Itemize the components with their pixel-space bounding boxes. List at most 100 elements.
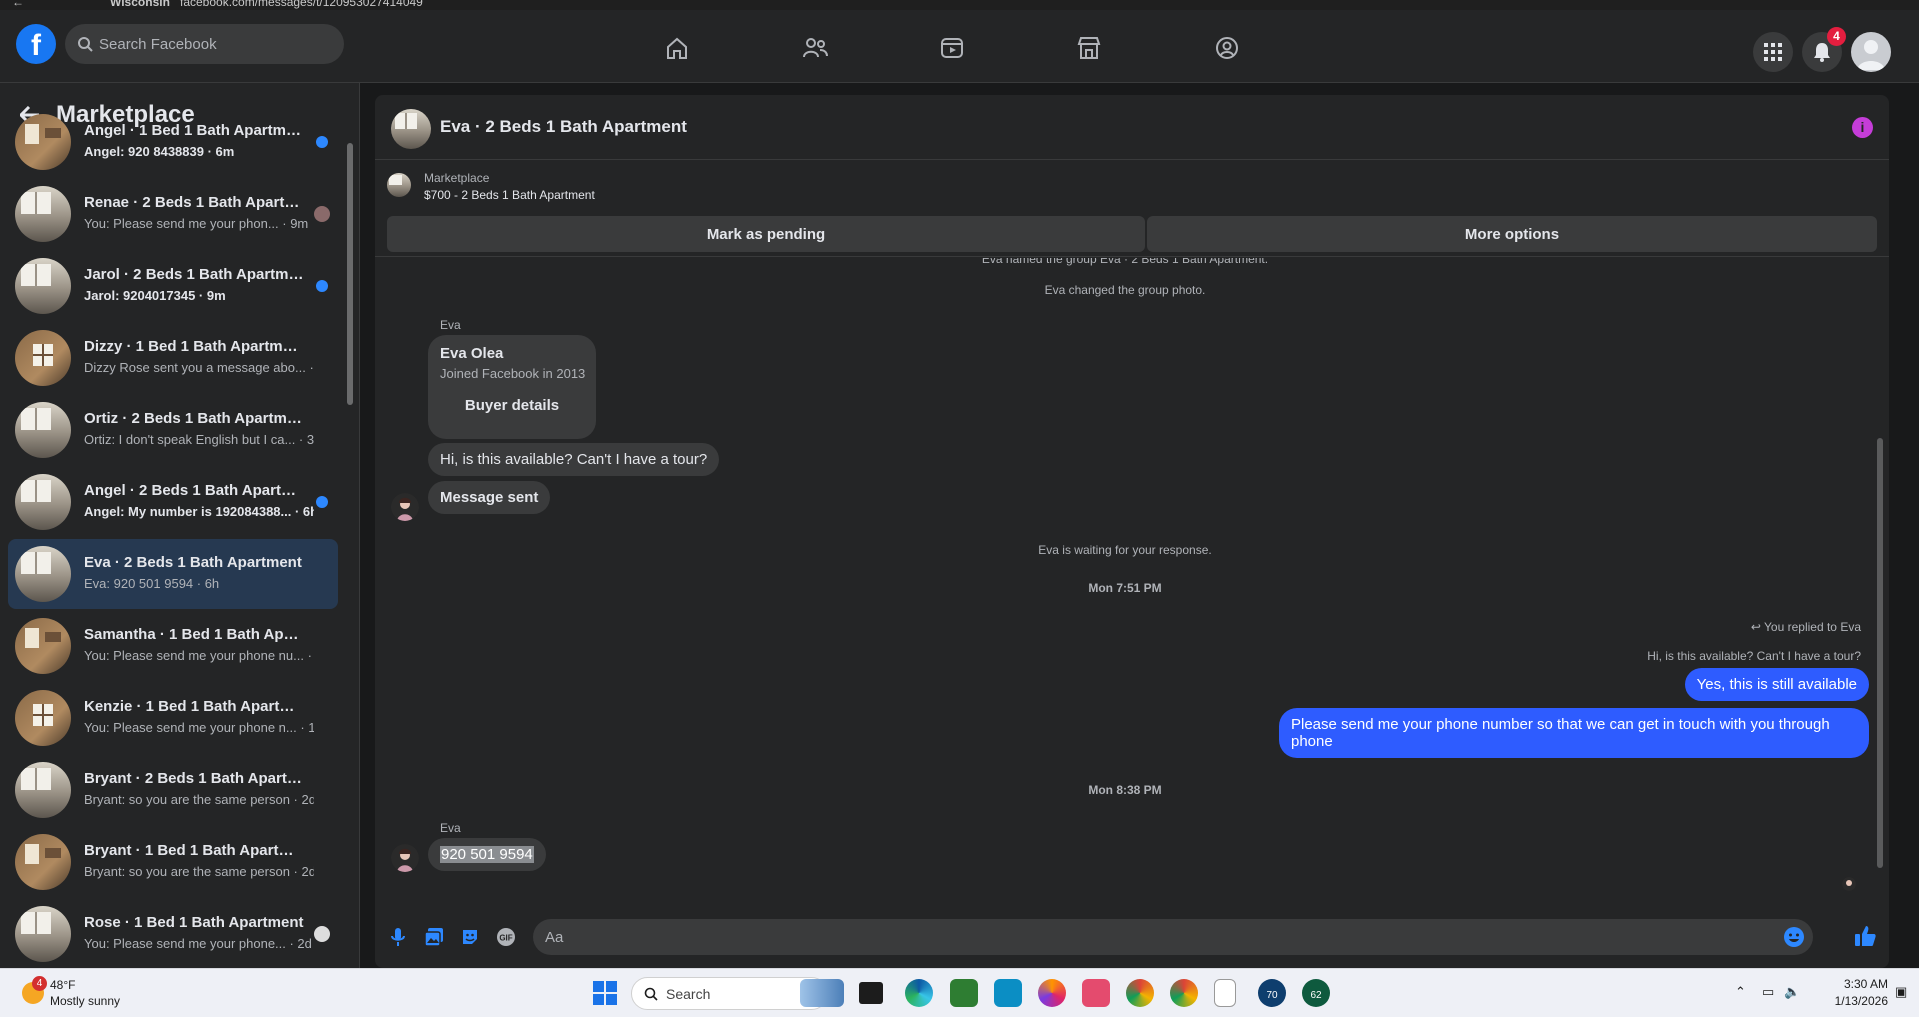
video-icon[interactable] [932,32,972,64]
chat-scrollbar-thumb[interactable] [1877,438,1883,868]
seen-avatar [314,206,330,222]
system-clock[interactable]: 3:30 AM 1/13/2026 [1818,976,1888,1010]
conversation-item[interactable]: Angel · 2 Beds 1 Bath Apartment Angel: M… [8,467,338,537]
chat-title[interactable]: Eva · 2 Beds 1 Bath Apartment [440,117,687,137]
sidebar-scrollbar[interactable] [346,129,354,956]
notepad-icon[interactable] [1214,979,1236,1007]
outgoing-message[interactable]: Please send me your phone number so that… [1279,708,1869,758]
network-icon[interactable]: ▭ [1762,984,1774,1000]
browser-url[interactable]: facebook.com/messages/t/120953027414049 [180,0,423,9]
taskbar-search-input[interactable] [666,978,816,1009]
photo-attach-icon[interactable] [423,926,445,948]
conversation-item[interactable]: Bryant · 2 Beds 1 Bath Apartment Bryant:… [8,755,338,825]
search-input[interactable] [99,24,334,64]
more-options-button[interactable]: More options [1147,216,1877,252]
unread-dot [316,136,328,148]
listing-title[interactable]: $700 - 2 Beds 1 Bath Apartment [424,188,595,202]
notification-center-icon[interactable]: ▣ [1895,984,1907,1000]
chat-avatar[interactable] [391,109,431,149]
conversation-item[interactable]: Rose · 1 Bed 1 Bath Apartment You: Pleas… [8,899,338,968]
gauge-app-62-icon[interactable]: 62 [1302,979,1330,1007]
system-message: Eva changed the group photo. [1044,283,1206,297]
clock-date: 1/13/2026 [1834,994,1888,1008]
thumbs-up-icon[interactable] [1852,923,1878,949]
seen-avatar [1842,877,1856,891]
snipping-tool-icon[interactable] [1082,979,1110,1007]
chrome-icon[interactable] [1170,979,1198,1007]
search-bar[interactable] [65,24,344,64]
conversation-snippet: Bryant: so you are the same person · 2d [84,792,314,807]
sender-avatar[interactable] [391,844,419,872]
windows-start-icon[interactable] [593,981,617,1005]
listing-thumbnail[interactable] [387,173,411,197]
gauge-app-70-icon[interactable]: 70 [1258,979,1286,1007]
conversation-item-active[interactable]: Eva · 2 Beds 1 Bath Apartment Eva: 920 5… [8,539,338,609]
conversation-item[interactable]: Jarol · 2 Beds 1 Bath Apartment Jarol: 9… [8,251,338,321]
chrome-profile-icon[interactable] [1126,979,1154,1007]
taskbar-search[interactable] [631,977,828,1010]
conversation-item[interactable]: Ortiz · 2 Beds 1 Bath Apartment Ortiz: I… [8,395,338,465]
timestamp: Mon 7:51 PM [1088,581,1162,595]
buyer-details-button[interactable]: Buyer details [440,397,584,414]
conversation-snippet: You: Please send me your phone nu... · 7… [84,648,314,663]
reply-indicator: ↩ You replied to Eva [1750,620,1861,634]
system-message: Eva is waiting for your response. [1038,543,1212,557]
emoji-icon[interactable] [1783,926,1805,948]
conversation-item[interactable]: Dizzy · 1 Bed 1 Bath Apartment Dizzy Ros… [8,323,338,393]
sticker-icon[interactable] [459,926,481,948]
conversation-name: Renae · 2 Beds 1 Bath Apartm... [84,194,304,211]
conversation-item[interactable]: Bryant · 1 Bed 1 Bath Apartment Bryant: … [8,827,338,897]
quoted-message[interactable]: Hi, is this available? Can't I have a to… [1647,649,1861,663]
sway-app-icon[interactable] [994,979,1022,1007]
gif-icon[interactable]: GIF [495,926,517,948]
incoming-message[interactable]: Hi, is this available? Can't I have a to… [428,443,720,476]
conversation-snippet: Ortiz: I don't speak English but I ca...… [84,432,314,447]
spreadsheet-app-icon[interactable] [950,979,978,1007]
info-icon[interactable]: i [1852,117,1873,138]
sender-avatar[interactable] [391,493,419,521]
incoming-message[interactable]: 920 501 9594 [428,838,546,871]
conversation-item[interactable]: Renae · 2 Beds 1 Bath Apartm... You: Ple… [8,179,338,249]
listing-thumbnail [15,114,71,170]
listing-thumbnail [15,618,71,674]
task-view-icon[interactable] [859,982,883,1004]
chevron-up-icon[interactable]: ⌃ [1735,984,1746,1000]
search-highlights-icon[interactable] [800,979,844,1007]
outgoing-message[interactable]: Yes, this is still available [1684,668,1869,701]
firefox-icon[interactable] [1038,979,1066,1007]
unread-dot [316,280,328,292]
conversation-item[interactable]: Samantha · 1 Bed 1 Bath Apartm... You: P… [8,611,338,681]
menu-grid-icon[interactable] [1753,32,1793,72]
listing-thumbnail [15,906,71,962]
mark-as-pending-button[interactable]: Mark as pending [387,216,1145,252]
chat-scrollbar[interactable] [1874,260,1886,878]
conversation-item[interactable]: Kenzie · 1 Bed 1 Bath Apartment You: Ple… [8,683,338,753]
edge-browser-icon[interactable] [905,979,933,1007]
message-input[interactable] [545,919,1765,955]
listing-thumbnail [15,546,71,602]
marketplace-icon[interactable] [1069,32,1109,64]
sender-name: Eva [440,318,461,332]
conversation-name: Eva · 2 Beds 1 Bath Apartment [84,554,302,571]
microphone-icon[interactable] [387,926,409,948]
sidebar-scrollbar-thumb[interactable] [347,143,353,405]
conversation-snippet: Jarol: 9204017345 · 9m [84,288,226,303]
marketplace-conversation-sidebar: Marketplace Angel · 1 Bed 1 Bath Apartme… [0,83,360,968]
incoming-message[interactable]: Message sent [428,481,551,514]
browser-address-bar: ← Wisconsin facebook.com/messages/t/1209… [0,0,1919,10]
conversation-name: Kenzie · 1 Bed 1 Bath Apartment [84,698,304,715]
gaming-icon[interactable] [1207,32,1247,64]
volume-icon[interactable]: 🔈 [1784,984,1800,1000]
back-icon[interactable]: ← [12,0,24,9]
buyer-joined: Joined Facebook in 2013 [440,366,586,381]
message-input-wrapper[interactable] [533,919,1813,955]
conversation-item[interactable]: Angel · 1 Bed 1 Bath Apartment Angel: 92… [8,107,338,177]
facebook-logo-icon[interactable]: f [16,24,56,64]
profile-avatar[interactable] [1851,32,1891,72]
home-icon[interactable] [657,32,697,64]
friends-icon[interactable] [795,32,835,64]
timestamp: Mon 8:38 PM [1088,783,1162,797]
top-navigation: f 4 [0,10,1919,83]
conversation-snippet: Dizzy Rose sent you a message abo... · 1… [84,360,314,375]
highlighted-phone-number[interactable]: 920 501 9594 [440,846,534,863]
